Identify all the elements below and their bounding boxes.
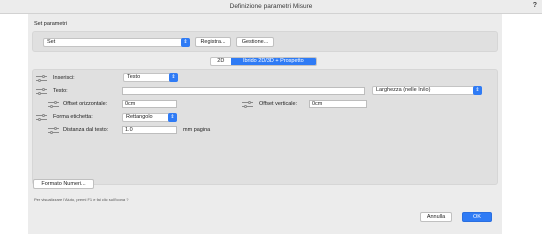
tab-ibrido[interactable]: Ibrido 2D/3D + Prospetto [230, 58, 316, 65]
view-tabs: 2D Ibrido 2D/3D + Prospetto [210, 57, 317, 66]
distanza-input[interactable]: 1.0 [122, 126, 177, 134]
help-text: Per visualizzare l'Aiuto, premi F1 e fai… [34, 197, 129, 202]
chevron-updown-icon: ⇕ [473, 86, 482, 95]
window-title: Definizione parametri Misure [229, 3, 313, 10]
title-bar: Definizione parametri Misure ? [0, 0, 542, 14]
gestione-button[interactable]: Gestione... [236, 37, 274, 47]
forma-etichetta-label: Forma etichetta: [53, 114, 93, 120]
testo-input[interactable] [122, 87, 365, 95]
annulla-button[interactable]: Annulla [420, 212, 452, 222]
set-parametri-label: Set parametri [34, 21, 68, 27]
forma-etichetta-value: Rettangolo [126, 114, 153, 120]
help-icon[interactable]: ? [533, 2, 537, 9]
set-parametri-popup[interactable]: Set ⇕ [43, 38, 190, 47]
inserisci-label: Inserisci: [53, 75, 75, 81]
forma-etichetta-popup[interactable]: Rettangolo ⇕ [122, 113, 177, 122]
sliders-icon[interactable] [36, 75, 47, 82]
distanza-unit: mm pagina [183, 127, 211, 133]
distanza-label: Distanza dal testo: [63, 127, 109, 133]
sliders-icon[interactable] [36, 88, 47, 95]
dialog-window: Set parametri Set ⇕ Registra... Gestione… [28, 14, 502, 234]
offset-orizzontale-input[interactable]: 0cm [122, 100, 177, 108]
sliders-icon[interactable] [242, 101, 253, 108]
larghezza-value: Larghezza (nelle In/io) [376, 87, 431, 93]
tab-2d[interactable]: 2D [211, 58, 231, 65]
chevron-updown-icon: ⇕ [168, 113, 177, 122]
sliders-icon[interactable] [48, 127, 59, 134]
chevron-updown-icon: ⇕ [169, 73, 178, 82]
sliders-icon[interactable] [48, 101, 59, 108]
main-settings-group: Inserisci: Testo ⇕ Testo: Larghezza (nel… [32, 69, 498, 185]
registra-button[interactable]: Registra... [195, 37, 231, 47]
formato-numeri-button[interactable]: Formato Numeri... [33, 179, 94, 189]
inserisci-value: Testo [127, 74, 141, 80]
offset-orizzontale-label: Offset orizzontale: [63, 101, 108, 107]
sliders-icon[interactable] [36, 114, 47, 121]
larghezza-popup[interactable]: Larghezza (nelle In/io) ⇕ [372, 86, 482, 95]
chevron-updown-icon: ⇕ [181, 38, 190, 47]
offset-verticale-label: Offset verticale: [259, 101, 298, 107]
set-parametri-value: Set [47, 39, 56, 45]
set-parametri-group: Set ⇕ Registra... Gestione... [32, 31, 498, 52]
inserisci-popup[interactable]: Testo ⇕ [123, 73, 178, 82]
ok-button[interactable]: OK [462, 212, 492, 222]
offset-verticale-input[interactable]: 0cm [309, 100, 367, 108]
testo-label: Testo: [53, 88, 68, 94]
